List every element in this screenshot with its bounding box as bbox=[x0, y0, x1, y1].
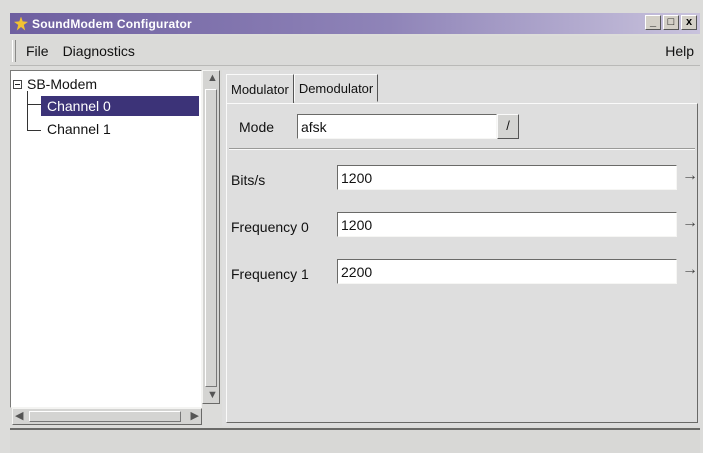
frequency-1-spin-icon[interactable]: → bbox=[682, 261, 698, 279]
scroll-thumb[interactable] bbox=[205, 89, 217, 387]
settings-panel: Modulator Demodulator Mode afsk / Bits/s… bbox=[222, 70, 700, 426]
frequency-0-label: Frequency 0 bbox=[231, 219, 309, 235]
tree-vertical-scrollbar[interactable]: ▲ ▼ bbox=[202, 70, 220, 404]
status-bar bbox=[10, 428, 700, 453]
tree-connector bbox=[27, 91, 28, 131]
maximize-button[interactable]: □ bbox=[663, 15, 679, 30]
menu-help[interactable]: Help bbox=[665, 43, 694, 59]
app-window: SoundModem Configurator _ □ x File Diagn… bbox=[0, 0, 703, 453]
device-tree[interactable]: SB-Modem Channel 0 Channel 1 bbox=[10, 70, 202, 408]
scroll-left-icon[interactable]: ◀ bbox=[15, 411, 23, 422]
mode-select[interactable]: afsk bbox=[297, 114, 497, 139]
menu-file[interactable]: File bbox=[26, 43, 49, 59]
scroll-up-icon[interactable]: ▲ bbox=[207, 73, 218, 84]
mode-dropdown-button[interactable]: / bbox=[497, 114, 519, 139]
bits-per-second-field[interactable]: 1200 bbox=[337, 165, 677, 190]
collapse-icon[interactable] bbox=[13, 80, 22, 89]
scroll-right-icon[interactable]: ▶ bbox=[191, 411, 199, 422]
window-controls: _ □ x bbox=[645, 15, 697, 30]
app-icon bbox=[14, 16, 28, 31]
tree-item-sb-modem[interactable]: SB-Modem bbox=[27, 76, 97, 92]
scroll-down-icon[interactable]: ▼ bbox=[207, 390, 218, 401]
bits-per-second-label: Bits/s bbox=[231, 172, 266, 188]
divider bbox=[229, 148, 695, 150]
menu-bar: File Diagnostics Help bbox=[10, 36, 700, 66]
tree-item-channel-0[interactable]: Channel 0 bbox=[41, 96, 199, 116]
close-button[interactable]: x bbox=[681, 15, 697, 30]
bits-per-second-spin-icon[interactable]: → bbox=[682, 167, 698, 185]
tree-item-channel-1[interactable]: Channel 1 bbox=[47, 121, 111, 137]
mode-label: Mode bbox=[239, 119, 275, 135]
frequency-1-label: Frequency 1 bbox=[231, 266, 309, 282]
frequency-0-field[interactable]: 1200 bbox=[337, 212, 677, 237]
menu-diagnostics[interactable]: Diagnostics bbox=[63, 43, 135, 59]
menu-grip bbox=[12, 39, 16, 62]
title-bar[interactable]: SoundModem Configurator _ □ x bbox=[10, 13, 700, 34]
tree-connector bbox=[27, 104, 41, 105]
scroll-thumb[interactable] bbox=[29, 411, 181, 422]
tree-connector bbox=[27, 130, 41, 131]
modulator-tab-content: Mode afsk / Bits/s 1200 → Frequency 0 12… bbox=[226, 103, 698, 423]
window-title: SoundModem Configurator bbox=[32, 16, 192, 31]
minimize-button[interactable]: _ bbox=[645, 15, 661, 30]
tab-modulator[interactable]: Modulator bbox=[226, 74, 294, 104]
tab-bar: Modulator Demodulator bbox=[226, 74, 379, 104]
tree-horizontal-scrollbar[interactable]: ◀ ▶ bbox=[12, 408, 202, 425]
frequency-0-spin-icon[interactable]: → bbox=[682, 214, 698, 232]
frequency-1-field[interactable]: 2200 bbox=[337, 259, 677, 284]
tab-demodulator[interactable]: Demodulator bbox=[293, 74, 379, 102]
